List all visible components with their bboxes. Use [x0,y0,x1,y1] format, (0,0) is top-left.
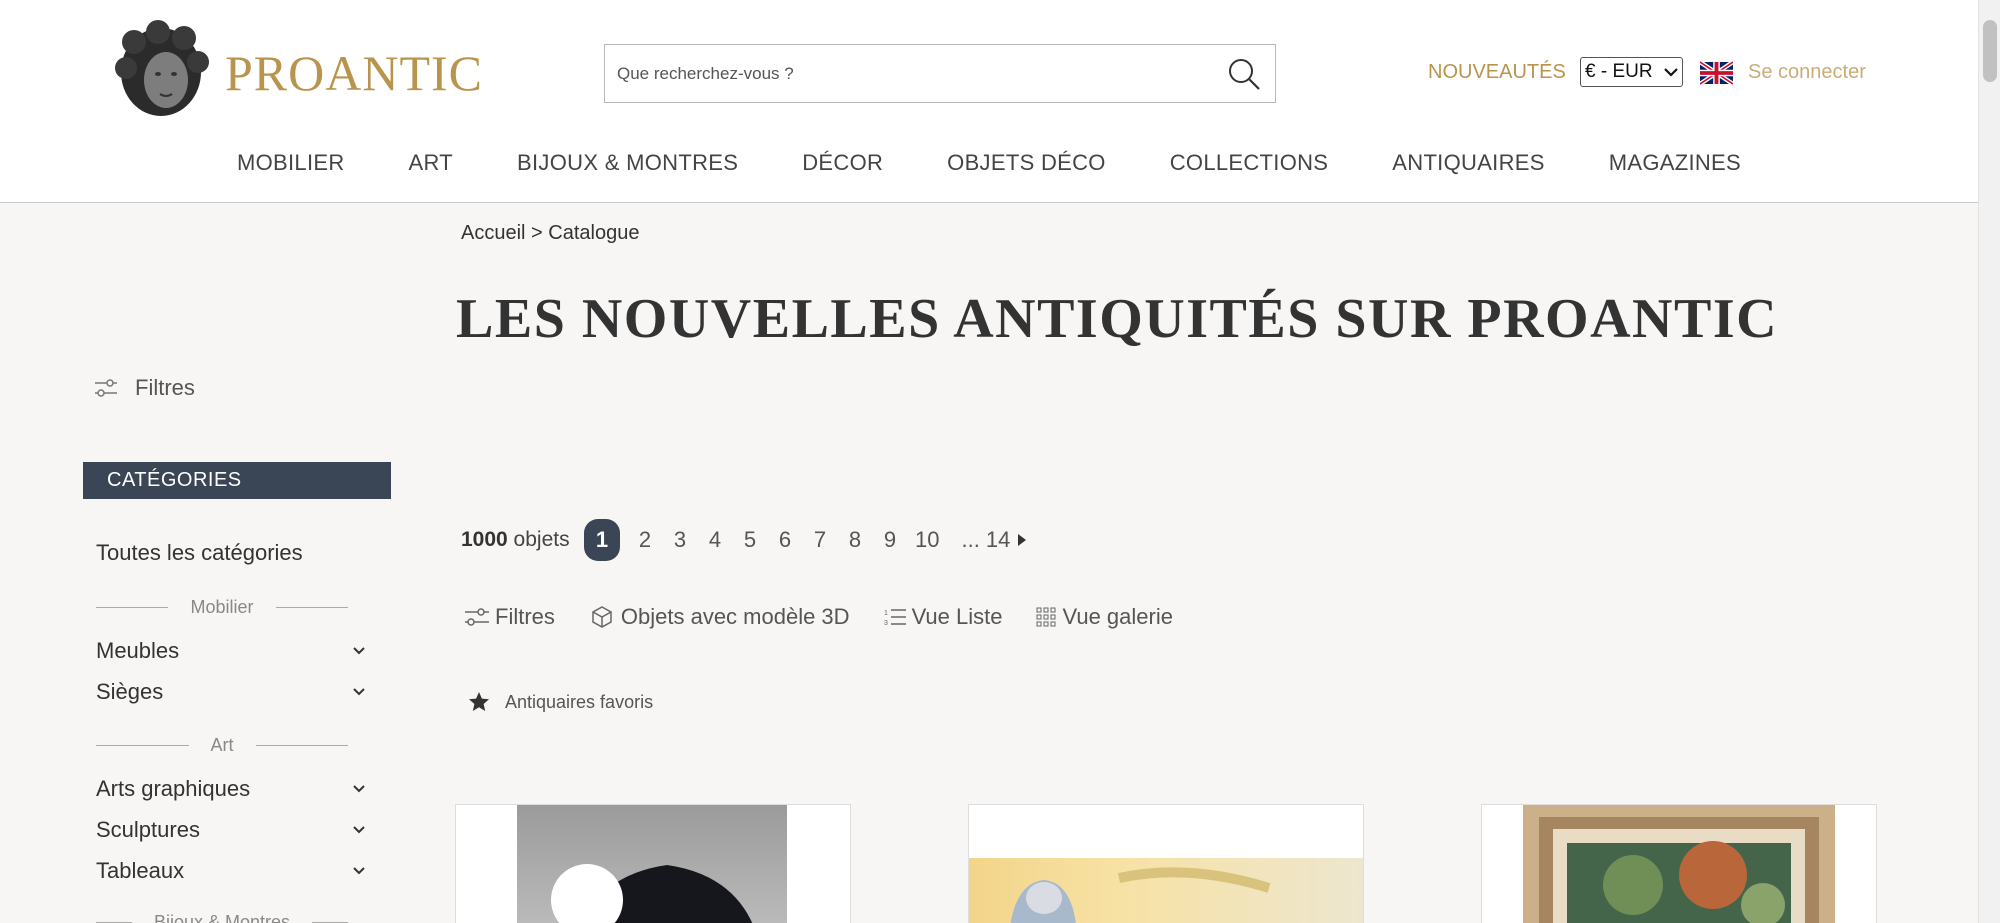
page-link-5[interactable]: 5 [740,527,760,553]
nav-item-objets-deco[interactable]: OBJETS DÉCO [915,150,1138,176]
chevron-down-icon [1664,68,1678,77]
list-view-button[interactable]: 1 3 Vue Liste [884,604,1003,630]
grid-view-icon [1036,607,1056,627]
category-label: Sculptures [96,817,200,842]
objects-3d-label: Objets avec modèle 3D [620,604,850,629]
nav-item-collections[interactable]: COLLECTIONS [1138,150,1361,176]
page-link-last[interactable]: ... 14 [961,527,1010,553]
toolbar-filters-label: Filtres [495,604,555,629]
nav-item-art[interactable]: ART [377,150,486,176]
currency-value: € - EUR [1585,61,1653,82]
favorite-dealers-label: Antiquaires favoris [505,691,654,712]
star-icon [469,692,489,711]
page-link-2[interactable]: 2 [635,527,655,553]
list-view-icon: 1 3 [884,609,906,627]
group-label-mobilier: Mobilier [96,597,348,618]
chevron-down-icon [353,867,365,875]
product-card[interactable] [1481,804,1877,923]
category-sculptures[interactable]: Sculptures [96,817,366,843]
page-link-8[interactable]: 8 [845,527,865,553]
sidebar-filters-button[interactable]: Filtres [95,375,195,401]
category-meubles[interactable]: Meubles [96,638,366,664]
categories-header: CATÉGORIES [83,462,391,499]
category-tableaux[interactable]: Tableaux [96,858,366,884]
chevron-down-icon [353,785,365,793]
category-label: Tableaux [96,858,185,883]
scrollbar-thumb[interactable] [1983,20,1997,82]
toolbar-filters-button[interactable]: Filtres [465,604,555,630]
page-link-1[interactable]: 1 [584,519,620,561]
site-header: PROANTIC NOUVEAUTÉS € - EUR Se connecter… [0,0,1978,203]
page-scrollbar[interactable] [1978,0,2000,923]
page-link-4[interactable]: 4 [705,527,725,553]
category-label: Meubles [96,638,180,663]
currency-select[interactable]: € - EUR [1580,57,1683,87]
nav-item-antiquaires[interactable]: ANTIQUAIRES [1360,150,1576,176]
sidebar-filters-label: Filtres [135,375,195,400]
page-link-3[interactable]: 3 [670,527,690,553]
main-nav: MOBILIER ART BIJOUX & MONTRES DÉCOR OBJE… [0,150,1978,176]
watercolor-photo [1010,867,1271,923]
product-card[interactable] [455,804,851,923]
search-icon[interactable] [1225,55,1263,93]
page-link-7[interactable]: 7 [810,527,830,553]
group-label-art: Art [96,735,349,756]
nav-item-magazines[interactable]: MAGAZINES [1577,150,1773,176]
category-label: Sièges [96,679,164,704]
nav-item-decor[interactable]: DÉCOR [770,150,915,176]
page-link-9[interactable]: 9 [880,527,900,553]
next-page-icon[interactable] [1016,532,1028,548]
category-arts-graphiques[interactable]: Arts graphiques [96,776,366,802]
breadcrumb: Accueil > Catalogue [461,222,639,245]
all-categories-link[interactable]: Toutes les catégories [96,540,303,566]
category-label: Arts graphiques [96,776,251,801]
nouveautes-link[interactable]: NOUVEAUTÉS [1428,61,1566,84]
filter-icon [95,379,117,397]
page-link-10[interactable]: 10 [915,527,939,553]
breadcrumb-separator: > [525,222,549,244]
framed-painting-photo [1523,805,1835,923]
product-card[interactable] [968,804,1364,923]
nav-item-mobilier[interactable]: MOBILIER [205,150,377,176]
uk-flag-icon[interactable] [1700,60,1733,86]
product-image [517,805,787,923]
product-image [1523,805,1835,923]
page-title: LES NOUVELLES ANTIQUITÉS SUR PROANTIC [456,288,1779,350]
gallery-view-label: Vue galerie [1062,604,1173,629]
breadcrumb-current: Catalogue [548,222,640,244]
objects-3d-button[interactable]: Objets avec modèle 3D [589,604,850,630]
chevron-down-icon [353,688,365,696]
lamp-photo [551,864,753,923]
breadcrumb-home[interactable]: Accueil [461,222,525,244]
page-link-6[interactable]: 6 [775,527,795,553]
login-link[interactable]: Se connecter [1748,61,1866,84]
product-image [969,858,1363,923]
brand-name[interactable]: PROANTIC [225,44,483,102]
gallery-view-button[interactable]: Vue galerie [1036,604,1173,630]
results-count-suffix: objets [507,528,570,551]
search-input[interactable] [617,61,1197,87]
chevron-down-icon [353,647,365,655]
favorite-dealers-button[interactable]: Antiquaires favoris [467,690,653,714]
logo-head-icon[interactable] [112,20,210,120]
search-box [604,44,1276,103]
nav-item-bijoux-montres[interactable]: BIJOUX & MONTRES [485,150,770,176]
results-count-number: 1000 [461,528,508,551]
group-label-bijoux-montres: Bijoux & Montres [96,912,348,923]
filter-icon [465,608,489,626]
svg-text:3: 3 [884,620,888,627]
pagination: 1 2 3 4 5 6 7 8 9 10 ... 14 [584,519,1028,561]
results-toolbar: Filtres Objets avec modèle 3D 1 3 Vue Li… [465,604,1207,630]
cube-3d-icon [592,606,612,628]
list-view-label: Vue Liste [911,604,1003,629]
chevron-down-icon [353,826,365,834]
results-count: 1000 objets [461,528,570,552]
svg-text:1: 1 [884,610,888,617]
category-sieges[interactable]: Sièges [96,679,366,705]
